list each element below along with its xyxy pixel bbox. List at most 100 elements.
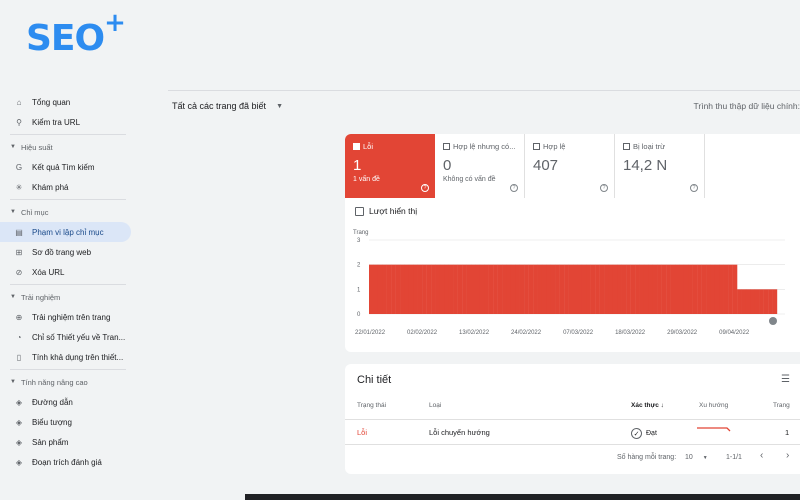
row-pages[interactable]: 1 (785, 428, 789, 437)
help-icon[interactable]: ? (690, 184, 698, 192)
chart-bar (621, 264, 627, 314)
chart-bar (714, 264, 720, 314)
sidebar-item-17[interactable]: ◈ Đoạn trích đánh giá (0, 452, 140, 472)
chart-bar (745, 289, 751, 314)
sidebar: ⌂ Tổng quan ⚲ Kiểm tra URL ▼ Hiệu suất G Kết qu… (0, 92, 140, 500)
tile-valid-value: 407 (533, 157, 559, 174)
chart-bar (484, 264, 489, 314)
checkbox-icon (353, 143, 360, 150)
rows-per-page-select[interactable]: 10 ▼ (685, 454, 708, 461)
prev-page-icon[interactable]: ‹ (760, 450, 763, 461)
sidebar-item-16[interactable]: ◈ Sản phẩm (0, 432, 140, 452)
layers-icon: ◈ (15, 437, 23, 447)
chart-bar (426, 264, 432, 314)
page-filter-dropdown[interactable]: Tất cả các trang đã biết ▼ (172, 101, 283, 111)
tile-error-sub: 1 vấn đề (353, 176, 380, 183)
chart-bar (626, 264, 631, 314)
chart-bar (670, 264, 676, 314)
chart-bar (750, 289, 756, 314)
tile-excluded[interactable]: Bị loại trừ 14,2 N ? (615, 134, 705, 198)
x-tick-label: 09/04/2022 (719, 330, 750, 336)
caret-down-icon: ▼ (276, 102, 283, 110)
x-tick-label: 24/02/2022 (511, 330, 542, 336)
chart-bar (732, 264, 738, 314)
sidebar-item-7[interactable]: ⊞ Sơ đồ trang web (0, 242, 140, 262)
tile-warning[interactable]: Hợp lệ nhưng có... 0 Không có vấn đề ? (435, 134, 525, 198)
chart-bar (541, 264, 547, 314)
chart-bar (422, 264, 427, 314)
chart-bar (497, 264, 503, 314)
chart-bar (564, 264, 569, 314)
section-5[interactable]: ▼ Chỉ mục (0, 202, 140, 222)
header-pages[interactable]: Trang (773, 402, 790, 409)
filter-icon[interactable]: ☰ (781, 374, 790, 385)
y-tick-label: 3 (357, 238, 361, 244)
divider (10, 284, 126, 285)
details-card: Chi tiết ☰ Trạng thái Loại Xác thực ↓ Xu… (345, 364, 800, 474)
x-tick-label: 07/03/2022 (563, 330, 594, 336)
chart-bar (706, 264, 711, 314)
help-icon[interactable]: ? (421, 184, 429, 192)
row-status[interactable]: Lỗi (357, 428, 367, 437)
sidebar-item-0[interactable]: ⌂ Tổng quan (0, 92, 140, 112)
chart-bar (386, 264, 392, 314)
tile-error[interactable]: Lỗi 1 1 vấn đề ? (345, 134, 435, 198)
caret-down-icon: ▼ (10, 144, 16, 150)
sidebar-item-8[interactable]: ⊘ Xóa URL (0, 262, 140, 282)
chart-bar (630, 264, 636, 314)
chart-bar (462, 264, 467, 314)
layers-icon: ◈ (15, 417, 23, 427)
chart-bar (723, 264, 729, 314)
chart-bar (759, 289, 764, 314)
logo[interactable]: SEO+ (26, 8, 126, 59)
sidebar-item-4[interactable]: ✳ Khám phá (0, 177, 140, 197)
tile-error-value: 1 (353, 157, 362, 174)
sidebar-item-3[interactable]: G Kết quả Tìm kiếm (0, 157, 140, 177)
impressions-toggle[interactable]: Lượt hiển thị (355, 206, 417, 216)
y-axis-label: Trang (353, 230, 368, 236)
chart-bar (577, 264, 583, 314)
row-type[interactable]: Lỗi chuyển hướng (429, 428, 490, 437)
sidebar-item-6[interactable]: ▤ Phạm vi lập chỉ mục (0, 222, 131, 242)
chart-bar (683, 264, 689, 314)
chart-bar (679, 264, 685, 314)
chart-bar (697, 264, 702, 314)
divider (345, 419, 800, 420)
chart-bar (604, 264, 609, 314)
check-circle-icon: ✓ (631, 428, 642, 439)
tile-valid[interactable]: Hợp lệ 407 ? (525, 134, 615, 198)
google-icon: G (15, 162, 23, 172)
chart-bar (404, 264, 410, 314)
chart-bar (413, 264, 418, 314)
header-trend[interactable]: Xu hướng (699, 402, 728, 409)
section-9[interactable]: ▼ Trải nghiệm (0, 287, 140, 307)
help-icon[interactable]: ? (600, 184, 608, 192)
section-2[interactable]: ▼ Hiệu suất (0, 137, 140, 157)
header-type[interactable]: Loại (429, 402, 441, 409)
chart-bar (768, 289, 773, 314)
chart-bar (506, 264, 512, 314)
y-tick-label: 0 (357, 312, 361, 318)
sidebar-item-1[interactable]: ⚲ Kiểm tra URL (0, 112, 140, 132)
chart-bar (537, 264, 543, 314)
checkbox-icon (623, 143, 630, 150)
header-status[interactable]: Trạng thái (357, 402, 386, 409)
section-13[interactable]: ▼ Tính năng nâng cao (0, 372, 140, 392)
sidebar-item-10[interactable]: ⊕ Trải nghiệm trên trang (0, 307, 140, 327)
chart-bar (493, 264, 498, 314)
chart-bar (439, 264, 445, 314)
document-icon: ▤ (15, 227, 23, 237)
header-validation[interactable]: Xác thực ↓ (631, 402, 664, 409)
sidebar-item-11[interactable]: ◔ Chỉ số Thiết yếu về Tran... (0, 327, 140, 347)
row-validation[interactable]: ✓ Đạt (631, 428, 657, 439)
sidebar-item-12[interactable]: ▯ Tính khả dụng trên thiết... (0, 347, 140, 367)
chart-bar (435, 264, 441, 314)
next-page-icon[interactable]: › (786, 450, 789, 461)
chart-bar (737, 289, 742, 314)
sidebar-item-15[interactable]: ◈ Biểu tượng (0, 412, 140, 432)
divider (10, 134, 126, 135)
help-icon[interactable]: ? (510, 184, 518, 192)
phone-icon: ▯ (16, 352, 22, 362)
sidebar-item-14[interactable]: ◈ Đường dẫn (0, 392, 140, 412)
crawler-label: Trình thu thập dữ liệu chính: (693, 101, 800, 111)
